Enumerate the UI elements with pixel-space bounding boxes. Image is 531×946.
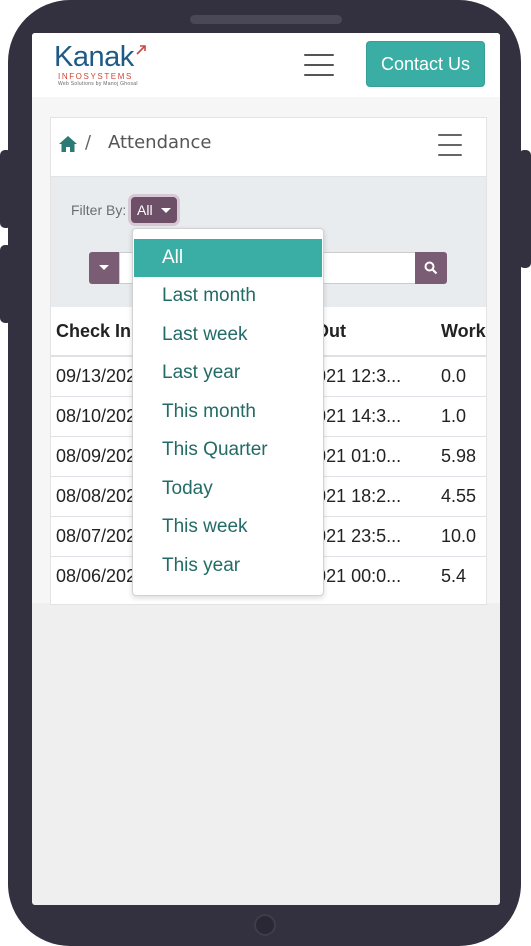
phone-home-button <box>254 914 276 936</box>
column-header[interactable]: Work <box>436 307 486 357</box>
caret-down-icon <box>161 208 171 213</box>
contact-us-button[interactable]: Contact Us <box>366 41 485 87</box>
dropdown-item-this-quarter[interactable]: This Quarter <box>134 431 322 469</box>
table-cell: 0.0 <box>436 355 486 397</box>
search-field-dropdown[interactable] <box>89 252 119 284</box>
table-cell: 5.98 <box>436 436 486 477</box>
filter-dropdown-button[interactable]: All <box>131 197 177 223</box>
top-navbar: Kanak INFOSYSTEMS Web Solutions by Manoj… <box>32 33 500 97</box>
dropdown-item-last-year[interactable]: Last year <box>134 354 322 392</box>
dropdown-item-this-year[interactable]: This year <box>134 547 322 585</box>
page-title: Attendance <box>108 132 212 153</box>
dropdown-item-last-week[interactable]: Last week <box>134 316 322 354</box>
search-icon <box>424 261 438 275</box>
breadcrumb: / Attendance <box>51 118 486 177</box>
dropdown-item-all[interactable]: All <box>134 239 322 277</box>
logo-arrow-icon <box>136 45 146 55</box>
hamburger-icon[interactable] <box>438 134 462 156</box>
dropdown-item-last-month[interactable]: Last month <box>134 277 322 315</box>
filter-selected-label: All <box>137 202 153 218</box>
table-cell: 5.4 <box>436 556 486 596</box>
logo-subtitle: INFOSYSTEMS <box>58 72 133 81</box>
filter-dropdown-menu: All Last month Last week Last year This … <box>132 228 324 596</box>
table-cell: 10.0 <box>436 516 486 557</box>
search-button[interactable] <box>415 252 447 284</box>
table-cell: 1.0 <box>436 396 486 437</box>
phone-side-button <box>519 150 531 268</box>
brand-logo[interactable]: Kanak INFOSYSTEMS Web Solutions by Manoj… <box>54 41 149 89</box>
phone-speaker <box>190 15 342 24</box>
dropdown-item-today[interactable]: Today <box>134 470 322 508</box>
logo-tagline: Web Solutions by Manoj Ghosal <box>58 81 138 87</box>
caret-down-icon <box>99 265 109 270</box>
home-icon[interactable] <box>58 135 78 153</box>
filter-label: Filter By: <box>71 202 127 218</box>
phone-side-button <box>0 245 12 323</box>
dropdown-item-this-week[interactable]: This week <box>134 508 322 546</box>
hamburger-icon[interactable] <box>304 54 334 76</box>
logo-text: Kanak <box>54 41 134 73</box>
dropdown-item-this-month[interactable]: This month <box>134 393 322 431</box>
phone-side-button <box>0 150 12 228</box>
breadcrumb-separator: / <box>85 132 92 153</box>
table-cell: 4.55 <box>436 476 486 517</box>
